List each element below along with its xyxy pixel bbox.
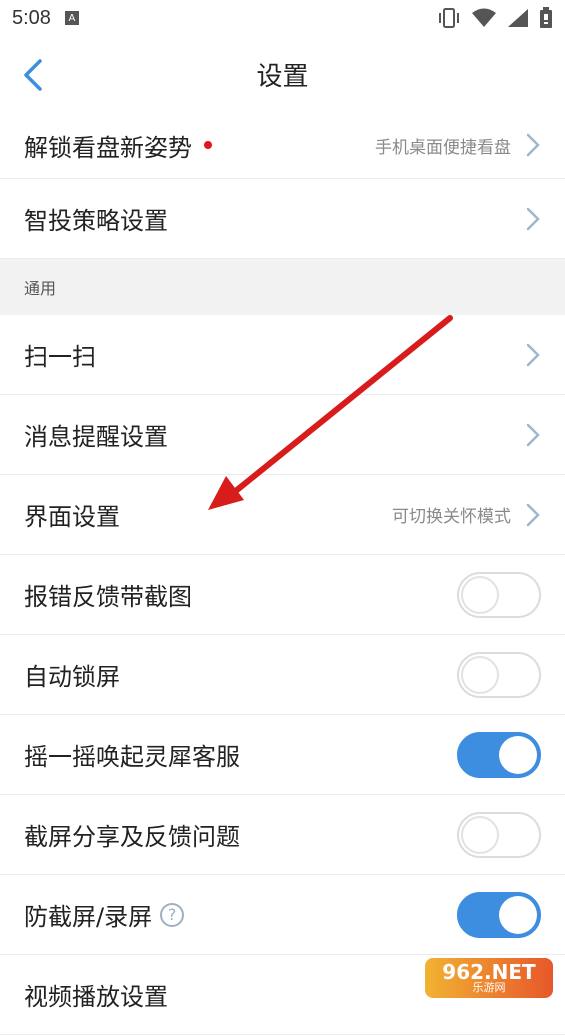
toggle-knob [461,815,499,854]
chevron-right-icon [526,207,540,230]
toggle-knob [461,655,499,694]
row-label: 自动锁屏 [24,663,120,691]
wifi-icon [472,8,496,27]
toggle-switch[interactable] [457,571,541,618]
clock: 5:08 [12,6,51,29]
row-label: 视频播放设置 [24,983,168,1011]
settings-row-unlock[interactable]: 解锁看盘新姿势 手机桌面便捷看盘 [0,112,565,179]
settings-row-auto-lock: 自动锁屏 [0,635,565,715]
row-label: 防截屏/录屏? [24,897,185,932]
settings-row-scan[interactable]: 扫一扫 [0,315,565,395]
row-label: 扫一扫 [24,343,96,371]
vibrate-icon [439,8,459,28]
battery-icon [540,7,552,28]
chevron-right-icon [526,423,540,446]
settings-row-notifications[interactable]: 消息提醒设置 [0,395,565,475]
signal-icon [508,9,528,27]
row-hint: 可切换关怀模式 [392,507,511,527]
watermark-text: 962.NET [442,960,536,984]
row-label: 消息提醒设置 [24,423,168,451]
toggle-knob [499,735,537,774]
settings-row-shake-service: 摇一摇唤起灵犀客服 [0,715,565,795]
settings-row-screenshot-share: 截屏分享及反馈问题 [0,795,565,875]
row-label: 解锁看盘新姿势 [24,128,212,163]
app-header: 设置 [0,36,565,112]
status-bar: 5:08 A [0,0,565,36]
new-dot-badge [204,141,212,149]
page-title: 设置 [256,61,309,92]
help-icon[interactable]: ? [160,902,185,927]
toggle-switch[interactable] [457,811,541,858]
site-watermark: 962.NET 乐游网 [425,958,553,998]
toggle-knob [461,575,499,614]
settings-row-strategy[interactable]: 智投策略设置 [0,179,565,259]
row-label: 截屏分享及反馈问题 [24,823,240,851]
chevron-right-icon [526,503,540,526]
settings-row-error-screenshot: 报错反馈带截图 [0,555,565,635]
toggle-switch[interactable] [457,891,541,938]
chevron-right-icon [526,133,540,157]
toggle-switch[interactable] [457,731,541,778]
settings-row-interface[interactable]: 界面设置 可切换关怀模式 [0,475,565,555]
row-hint: 手机桌面便捷看盘 [375,137,511,158]
notification-icon: A [64,11,79,25]
settings-row-anti-screenshot: 防截屏/录屏? [0,875,565,955]
row-label: 摇一摇唤起灵犀客服 [24,743,240,771]
row-label: 智投策略设置 [24,207,168,235]
chevron-right-icon [526,343,540,366]
toggle-knob [499,895,537,934]
status-icons [437,7,553,29]
toggle-switch[interactable] [457,651,541,698]
section-header-general: 通用 [0,259,565,315]
row-label: 界面设置 [24,503,120,531]
back-arrow-icon[interactable] [18,58,48,92]
watermark-subtext: 乐游网 [472,981,506,994]
row-label: 报错反馈带截图 [24,583,192,611]
